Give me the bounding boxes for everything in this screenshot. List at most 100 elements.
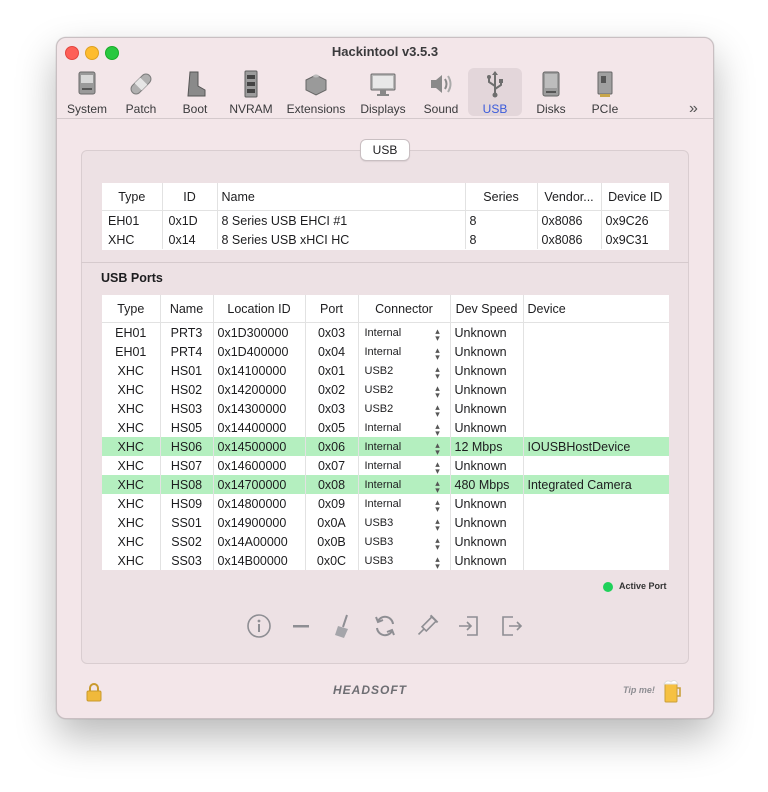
tool-nvram[interactable]: NVRAM [223, 68, 279, 116]
table-row[interactable]: XHC HS02 0x14200000 0x02 USB2 ▴▾ Unknown [102, 380, 669, 399]
tool-usb[interactable]: USB [468, 68, 522, 116]
tool-patch[interactable]: Patch [115, 68, 167, 116]
connector-select[interactable]: USB2 ▴▾ [359, 365, 450, 379]
column-header[interactable]: Device [522, 295, 669, 323]
cell: 0x01 [304, 361, 358, 380]
column-header[interactable]: Name [216, 183, 465, 211]
connector-select[interactable]: USB2 ▴▾ [359, 384, 450, 398]
table-row[interactable]: XHC HS01 0x14100000 0x01 USB2 ▴▾ Unknown [102, 361, 669, 380]
table-row[interactable]: XHC HS08 0x14700000 0x08 Internal ▴▾ 480 Mbps I… [102, 475, 669, 494]
tool-label: Disks [536, 102, 566, 116]
connector-select[interactable]: Internal ▴▾ [359, 479, 450, 493]
cell[interactable]: USB2 ▴▾ [357, 380, 450, 399]
column-header[interactable]: Device ID [600, 183, 669, 211]
table-row[interactable]: XHC HS06 0x14500000 0x06 Internal ▴▾ 12 Mbps IO… [102, 437, 669, 456]
tab-usb[interactable]: USB [360, 139, 410, 161]
column-header[interactable]: Name [159, 295, 213, 323]
table-row[interactable]: XHC SS01 0x14900000 0x0A USB3 ▴▾ Unknown [102, 513, 669, 532]
connector-value: Internal [364, 421, 402, 434]
column-header[interactable]: Type [102, 295, 160, 323]
cell[interactable]: USB3 ▴▾ [357, 513, 450, 532]
column-header[interactable]: Location ID [212, 295, 305, 323]
broom-icon[interactable] [329, 612, 357, 640]
export-icon[interactable] [497, 612, 525, 640]
inject-icon[interactable] [413, 612, 441, 640]
table-row[interactable]: XHC HS03 0x14300000 0x03 USB2 ▴▾ Unknown [102, 399, 669, 418]
toolbar: System Patch Boot NVRAM Extensions Displ… [57, 66, 713, 118]
connector-select[interactable]: Internal ▴▾ [359, 497, 450, 512]
connector-select[interactable]: USB2 ▴▾ [359, 403, 450, 417]
cell[interactable]: Internal ▴▾ [357, 418, 450, 437]
remove-icon[interactable] [287, 612, 315, 640]
column-header[interactable]: Connector [357, 295, 450, 323]
import-icon[interactable] [455, 612, 483, 640]
tool-disks[interactable]: Disks [525, 68, 577, 116]
connector-select[interactable]: Internal ▴▾ [359, 327, 450, 341]
tool-label: Sound [423, 102, 459, 116]
table-row[interactable]: XHC 0x14 8 Series USB xHCI HC 8 0x8086 0… [102, 230, 669, 249]
controllers-table: Type ID Name Series Vendor... Device ID … [102, 183, 669, 250]
connector-select[interactable]: USB3 ▴▾ [359, 535, 450, 550]
toolbar-overflow-button[interactable]: » [689, 100, 698, 118]
table-row[interactable]: XHC HS09 0x14800000 0x09 Internal ▴▾ Unknown [102, 494, 669, 513]
cell[interactable]: USB3 ▴▾ [357, 551, 450, 570]
cell[interactable]: Internal ▴▾ [357, 475, 450, 494]
table-row[interactable]: EH01 0x1D 8 Series USB EHCI #1 8 0x8086 … [102, 210, 669, 230]
cell: XHC [117, 496, 144, 511]
column-header[interactable]: Type [102, 183, 162, 211]
cell[interactable]: USB2 ▴▾ [357, 361, 450, 380]
cell [522, 399, 669, 418]
table-row[interactable]: XHC SS02 0x14A00000 0x0B USB3 ▴▾ Unknown [102, 532, 669, 551]
cell: IOUSBHostDevice [522, 437, 669, 456]
column-header[interactable]: Series [464, 183, 537, 211]
cell[interactable]: USB2 ▴▾ [357, 399, 450, 418]
tool-displays[interactable]: Displays [353, 68, 413, 116]
beer-mug-icon[interactable] [663, 678, 683, 704]
table-row[interactable]: XHC HS05 0x14400000 0x05 Internal ▴▾ Unknown [102, 418, 669, 437]
cell[interactable]: Internal ▴▾ [357, 437, 450, 456]
tool-extensions[interactable]: Extensions [283, 68, 349, 116]
tool-boot[interactable]: Boot [169, 68, 221, 116]
cell: XHC [117, 382, 144, 397]
tool-system[interactable]: System [59, 68, 115, 116]
cell: HS02 [159, 380, 213, 399]
connector-select[interactable]: Internal ▴▾ [359, 440, 450, 455]
column-header[interactable]: Dev Speed [449, 295, 523, 323]
cell: 0x03 [304, 399, 358, 418]
info-icon[interactable] [245, 612, 273, 640]
lock-icon[interactable] [85, 682, 103, 702]
column-header[interactable]: ID [161, 183, 217, 211]
cell: XHC [117, 420, 144, 435]
cell: XHC [102, 437, 160, 456]
headsoft-logo[interactable]: HEADSOFT [333, 683, 407, 697]
table-row[interactable]: EH01 PRT4 0x1D400000 0x04 Internal ▴▾ Unknown [102, 342, 669, 361]
connector-select[interactable]: USB3 ▴▾ [359, 517, 450, 531]
tool-label: NVRAM [229, 102, 273, 116]
legend-label: Active Port [619, 581, 667, 591]
connector-select[interactable]: Internal ▴▾ [359, 421, 450, 436]
table-row[interactable]: XHC HS07 0x14600000 0x07 Internal ▴▾ Unknown [102, 456, 669, 475]
updown-chevron-icon: ▴▾ [433, 535, 444, 550]
cell: EH01 [115, 344, 147, 359]
column-header[interactable]: Vendor... [536, 183, 601, 211]
connector-select[interactable]: USB3 ▴▾ [359, 555, 450, 569]
updown-chevron-icon: ▴▾ [433, 497, 444, 512]
table-row[interactable]: EH01 PRT3 0x1D300000 0x03 Internal ▴▾ Unknown [102, 322, 669, 342]
refresh-icon[interactable] [371, 612, 399, 640]
connector-select[interactable]: Internal ▴▾ [359, 346, 450, 360]
connector-select[interactable]: Internal ▴▾ [359, 460, 450, 474]
cell: SS01 [159, 513, 213, 532]
cell[interactable]: Internal ▴▾ [357, 494, 450, 513]
cell[interactable]: Internal ▴▾ [357, 342, 450, 361]
cell[interactable]: Internal ▴▾ [357, 456, 450, 475]
table-row[interactable]: XHC SS03 0x14B00000 0x0C USB3 ▴▾ Unknown [102, 551, 669, 570]
cell[interactable]: USB3 ▴▾ [357, 532, 450, 551]
cell[interactable]: Internal ▴▾ [357, 322, 450, 342]
cell: EH01 [115, 325, 147, 340]
cell: 0x0C [304, 551, 358, 570]
cell: XHC [117, 553, 144, 568]
updown-chevron-icon: ▴▾ [433, 440, 444, 455]
column-header[interactable]: Port [304, 295, 358, 323]
tool-sound[interactable]: Sound [415, 68, 467, 116]
tool-pcie[interactable]: PCIe [579, 68, 631, 116]
